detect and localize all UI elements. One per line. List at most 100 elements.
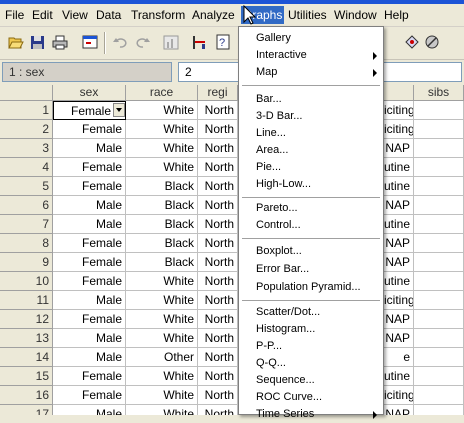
menu-item-time-series[interactable]: Time Series (239, 405, 383, 423)
cell-region[interactable]: North (198, 101, 238, 120)
use-sets-icon[interactable] (422, 32, 442, 52)
cell-region[interactable]: North (198, 158, 238, 177)
cell-col4[interactable]: utine (384, 367, 414, 386)
cell-sibs[interactable] (414, 215, 464, 234)
menu-data[interactable]: Data (96, 7, 121, 23)
cell-col4[interactable]: iciting (384, 386, 414, 405)
menu-item-map[interactable]: Map (239, 63, 383, 81)
cell-sibs[interactable] (414, 101, 464, 120)
variables-icon[interactable]: ? (213, 32, 233, 52)
cell-race[interactable]: Black (126, 234, 198, 253)
cell-race[interactable]: White (126, 310, 198, 329)
cell-sex[interactable]: Female (53, 386, 126, 405)
row-number[interactable]: 3 (0, 139, 53, 158)
cell-sex[interactable]: Female (53, 120, 126, 139)
menu-item-sequence[interactable]: Sequence... (239, 371, 383, 389)
menu-item-scatter-dot[interactable]: Scatter/Dot... (239, 303, 383, 321)
cell-sibs[interactable] (414, 367, 464, 386)
cell-region[interactable]: North (198, 310, 238, 329)
cell-col4[interactable]: NAP (384, 310, 414, 329)
cell-sibs[interactable] (414, 196, 464, 215)
cell-region[interactable]: North (198, 177, 238, 196)
cell-sibs[interactable] (414, 329, 464, 348)
menu-edit[interactable]: Edit (32, 7, 53, 23)
menu-item-q-q[interactable]: Q-Q... (239, 354, 383, 372)
menu-view[interactable]: View (62, 7, 88, 23)
cell-sex[interactable]: Male (53, 348, 126, 367)
dropdown-arrow-icon[interactable] (113, 103, 125, 117)
cell-sibs[interactable] (414, 291, 464, 310)
value-labels-icon[interactable] (402, 32, 422, 52)
menu-item-3d-bar[interactable]: 3-D Bar... (239, 107, 383, 125)
cell-region[interactable]: North (198, 386, 238, 405)
cell-region[interactable]: North (198, 234, 238, 253)
cell-sibs[interactable] (414, 272, 464, 291)
menu-item-line[interactable]: Line... (239, 124, 383, 142)
cell-sibs[interactable] (414, 177, 464, 196)
cell-sex[interactable]: Female (53, 177, 126, 196)
cell-race[interactable]: White (126, 120, 198, 139)
cell-col4[interactable]: utine (384, 158, 414, 177)
goto-chart-icon[interactable] (161, 32, 181, 52)
cell-region[interactable]: North (198, 367, 238, 386)
dialog-recall-icon[interactable] (80, 32, 100, 52)
cell-sibs[interactable] (414, 158, 464, 177)
cell-sibs[interactable] (414, 120, 464, 139)
cell-region[interactable]: North (198, 139, 238, 158)
cell-sibs[interactable] (414, 139, 464, 158)
cell-sex[interactable]: Female (53, 367, 126, 386)
cell-race[interactable]: White (126, 291, 198, 310)
cell-col4[interactable]: utine (384, 215, 414, 234)
cell-region[interactable]: North (198, 291, 238, 310)
cell-sibs[interactable] (414, 405, 464, 415)
row-number[interactable]: 15 (0, 367, 53, 386)
menu-item-population-pyramid[interactable]: Population Pyramid... (239, 278, 383, 296)
cell-race[interactable]: White (126, 101, 198, 120)
menu-transform[interactable]: Transform (131, 7, 185, 23)
menu-item-p-p[interactable]: P-P... (239, 337, 383, 355)
menu-help[interactable]: Help (384, 7, 409, 23)
cell-col4[interactable]: NAP (384, 253, 414, 272)
row-number[interactable]: 4 (0, 158, 53, 177)
goto-case-icon[interactable] (189, 32, 209, 52)
cell-col4[interactable]: NAP (384, 139, 414, 158)
cell-race[interactable]: White (126, 329, 198, 348)
menu-item-high-low[interactable]: High-Low... (239, 175, 383, 193)
cell-col4[interactable]: NAP (384, 329, 414, 348)
row-number[interactable]: 8 (0, 234, 53, 253)
row-number[interactable]: 14 (0, 348, 53, 367)
cell-region[interactable]: North (198, 329, 238, 348)
cell-col4[interactable]: NAP (384, 196, 414, 215)
cell-race[interactable]: Black (126, 177, 198, 196)
menu-item-interactive[interactable]: Interactive (239, 46, 383, 64)
cell-sibs[interactable] (414, 310, 464, 329)
cell-col4[interactable]: utine (384, 272, 414, 291)
cell-sex[interactable]: Female (53, 310, 126, 329)
cell-sex[interactable]: Female (53, 234, 126, 253)
cell-col4[interactable]: iciting (384, 101, 414, 120)
menu-item-gallery[interactable]: Gallery (239, 29, 383, 47)
row-number[interactable]: 17 (0, 405, 53, 415)
row-number[interactable]: 13 (0, 329, 53, 348)
menu-window[interactable]: Window (334, 7, 377, 23)
cell-sex[interactable]: Female (53, 253, 126, 272)
cell-region[interactable]: North (198, 348, 238, 367)
cell-region[interactable]: North (198, 215, 238, 234)
cell-col4[interactable]: iciting (384, 120, 414, 139)
row-number[interactable]: 6 (0, 196, 53, 215)
cell-col4[interactable]: iciting (384, 291, 414, 310)
menu-item-error-bar[interactable]: Error Bar... (239, 260, 383, 278)
print-icon[interactable] (50, 32, 70, 52)
column-header-sibs[interactable]: sibs (414, 85, 464, 101)
cell-race[interactable]: Black (126, 253, 198, 272)
cell-sex[interactable]: Male (53, 329, 126, 348)
menu-file[interactable]: File (5, 7, 24, 23)
cell-sex[interactable]: Male (53, 139, 126, 158)
menu-analyze[interactable]: Analyze (192, 7, 235, 23)
cell-region[interactable]: North (198, 120, 238, 139)
column-header-region[interactable]: regi (198, 85, 238, 101)
menu-item-bar[interactable]: Bar... (239, 90, 383, 108)
cell-sex[interactable]: Female (53, 272, 126, 291)
column-header-sex[interactable]: sex (53, 85, 126, 101)
cell-region[interactable]: North (198, 272, 238, 291)
